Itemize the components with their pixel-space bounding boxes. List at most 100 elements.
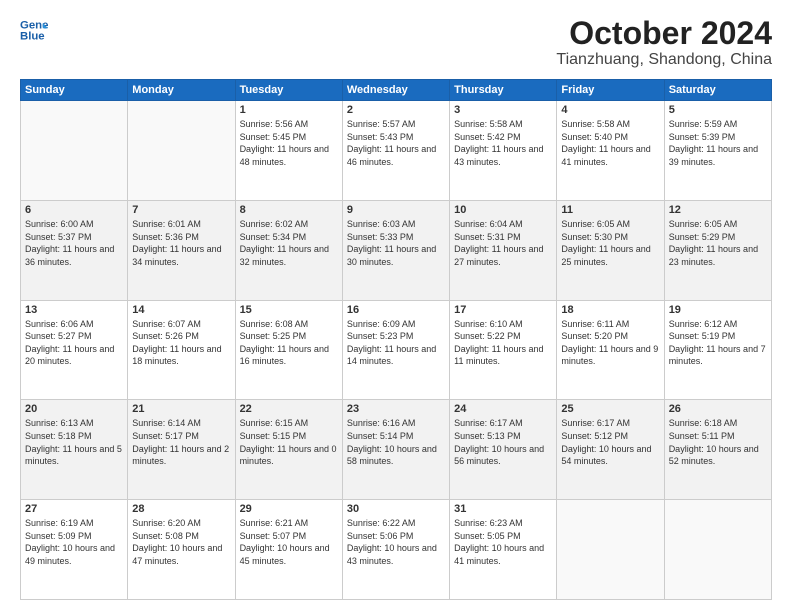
day-number: 14 — [132, 304, 230, 316]
table-row: 13 Sunrise: 6:06 AMSunset: 5:27 PMDayligh… — [21, 300, 128, 400]
table-row — [21, 101, 128, 201]
table-row — [557, 500, 664, 600]
day-info: Sunrise: 5:56 AMSunset: 5:45 PMDaylight:… — [240, 118, 338, 168]
table-row: 14 Sunrise: 6:07 AMSunset: 5:26 PMDayligh… — [128, 300, 235, 400]
table-row: 23 Sunrise: 6:16 AMSunset: 5:14 PMDayligh… — [342, 400, 449, 500]
day-info: Sunrise: 6:13 AMSunset: 5:18 PMDaylight:… — [25, 417, 123, 467]
day-number: 23 — [347, 403, 445, 415]
day-info: Sunrise: 6:17 AMSunset: 5:12 PMDaylight:… — [561, 417, 659, 467]
header: General Blue October 2024 Tianzhuang, Sh… — [20, 16, 772, 69]
calendar-week-row: 27Sunrise: 6:19 AMSunset: 5:09 PMDayligh… — [21, 500, 772, 600]
day-number: 12 — [669, 204, 767, 216]
table-row: 25 Sunrise: 6:17 AMSunset: 5:12 PMDayligh… — [557, 400, 664, 500]
day-info: Sunrise: 6:03 AMSunset: 5:33 PMDaylight:… — [347, 218, 445, 268]
calendar-header-row: Sunday Monday Tuesday Wednesday Thursday… — [21, 80, 772, 101]
table-row: 7 Sunrise: 6:01 AMSunset: 5:36 PMDaylight… — [128, 200, 235, 300]
day-number: 31 — [454, 503, 552, 515]
table-row: 1 Sunrise: 5:56 AMSunset: 5:45 PMDaylight… — [235, 101, 342, 201]
table-row: 20 Sunrise: 6:13 AMSunset: 5:18 PMDayligh… — [21, 400, 128, 500]
svg-text:Blue: Blue — [20, 31, 45, 43]
day-info: Sunrise: 6:10 AMSunset: 5:22 PMDaylight:… — [454, 318, 552, 368]
day-number: 6 — [25, 204, 123, 216]
day-info: Sunrise: 6:18 AMSunset: 5:11 PMDaylight:… — [669, 417, 767, 467]
table-row: 11 Sunrise: 6:05 AMSunset: 5:30 PMDayligh… — [557, 200, 664, 300]
col-header-thursday: Thursday — [450, 80, 557, 101]
main-title: October 2024 — [556, 16, 772, 51]
day-number: 29 — [240, 503, 338, 515]
day-number: 5 — [669, 104, 767, 116]
table-row: 22 Sunrise: 6:15 AMSunset: 5:15 PMDayligh… — [235, 400, 342, 500]
day-info: Sunrise: 6:17 AMSunset: 5:13 PMDaylight:… — [454, 417, 552, 467]
table-row: 28 Sunrise: 6:20 AMSunset: 5:08 PMDayligh… — [128, 500, 235, 600]
day-number: 15 — [240, 304, 338, 316]
day-info: Sunrise: 5:57 AMSunset: 5:43 PMDaylight:… — [347, 118, 445, 168]
day-info: Sunrise: 6:05 AMSunset: 5:29 PMDaylight:… — [669, 218, 767, 268]
day-info: Sunrise: 6:01 AMSunset: 5:36 PMDaylight:… — [132, 218, 230, 268]
day-info: Sunrise: 5:59 AMSunset: 5:39 PMDaylight:… — [669, 118, 767, 168]
day-number: 20 — [25, 403, 123, 415]
day-number: 13 — [25, 304, 123, 316]
col-header-sunday: Sunday — [21, 80, 128, 101]
day-info: Sunrise: 5:58 AMSunset: 5:42 PMDaylight:… — [454, 118, 552, 168]
day-info: Sunrise: 6:22 AMSunset: 5:06 PMDaylight:… — [347, 517, 445, 567]
day-number: 9 — [347, 204, 445, 216]
day-number: 30 — [347, 503, 445, 515]
table-row: 4Sunrise: 5:58 AMSunset: 5:40 PMDaylight… — [557, 101, 664, 201]
table-row: 18Sunrise: 6:11 AMSunset: 5:20 PMDayligh… — [557, 300, 664, 400]
day-info: Sunrise: 6:16 AMSunset: 5:14 PMDaylight:… — [347, 417, 445, 467]
day-info: Sunrise: 6:11 AMSunset: 5:20 PMDaylight:… — [561, 318, 659, 368]
table-row: 15 Sunrise: 6:08 AMSunset: 5:25 PMDayligh… — [235, 300, 342, 400]
day-number: 1 — [240, 104, 338, 116]
table-row: 27Sunrise: 6:19 AMSunset: 5:09 PMDayligh… — [21, 500, 128, 600]
day-number: 17 — [454, 304, 552, 316]
day-number: 25 — [561, 403, 659, 415]
col-header-tuesday: Tuesday — [235, 80, 342, 101]
day-info: Sunrise: 6:04 AMSunset: 5:31 PMDaylight:… — [454, 218, 552, 268]
day-info: Sunrise: 6:05 AMSunset: 5:30 PMDaylight:… — [561, 218, 659, 268]
table-row: 29 Sunrise: 6:21 AMSunset: 5:07 PMDayligh… — [235, 500, 342, 600]
calendar-week-row: 6 Sunrise: 6:00 AMSunset: 5:37 PMDaylight… — [21, 200, 772, 300]
day-number: 22 — [240, 403, 338, 415]
day-info: Sunrise: 6:14 AMSunset: 5:17 PMDaylight:… — [132, 417, 230, 467]
day-info: Sunrise: 6:07 AMSunset: 5:26 PMDaylight:… — [132, 318, 230, 368]
day-number: 8 — [240, 204, 338, 216]
page: General Blue October 2024 Tianzhuang, Sh… — [0, 0, 792, 612]
day-number: 19 — [669, 304, 767, 316]
day-number: 21 — [132, 403, 230, 415]
day-info: Sunrise: 6:15 AMSunset: 5:15 PMDaylight:… — [240, 417, 338, 467]
table-row: 12 Sunrise: 6:05 AMSunset: 5:29 PMDayligh… — [664, 200, 771, 300]
day-info: Sunrise: 6:19 AMSunset: 5:09 PMDaylight:… — [25, 517, 123, 567]
table-row: 21 Sunrise: 6:14 AMSunset: 5:17 PMDayligh… — [128, 400, 235, 500]
day-info: Sunrise: 6:12 AMSunset: 5:19 PMDaylight:… — [669, 318, 767, 368]
day-info: Sunrise: 6:20 AMSunset: 5:08 PMDaylight:… — [132, 517, 230, 567]
day-info: Sunrise: 6:21 AMSunset: 5:07 PMDaylight:… — [240, 517, 338, 567]
day-number: 24 — [454, 403, 552, 415]
table-row — [664, 500, 771, 600]
day-info: Sunrise: 6:06 AMSunset: 5:27 PMDaylight:… — [25, 318, 123, 368]
day-number: 11 — [561, 204, 659, 216]
day-info: Sunrise: 6:00 AMSunset: 5:37 PMDaylight:… — [25, 218, 123, 268]
title-block: October 2024 Tianzhuang, Shandong, China — [556, 16, 772, 69]
logo-icon: General Blue — [20, 16, 48, 44]
table-row: 19 Sunrise: 6:12 AMSunset: 5:19 PMDayligh… — [664, 300, 771, 400]
day-info: Sunrise: 6:02 AMSunset: 5:34 PMDaylight:… — [240, 218, 338, 268]
table-row: 24 Sunrise: 6:17 AMSunset: 5:13 PMDayligh… — [450, 400, 557, 500]
day-number: 16 — [347, 304, 445, 316]
table-row: 10Sunrise: 6:04 AMSunset: 5:31 PMDayligh… — [450, 200, 557, 300]
day-number: 7 — [132, 204, 230, 216]
calendar-week-row: 1 Sunrise: 5:56 AMSunset: 5:45 PMDaylight… — [21, 101, 772, 201]
table-row: 30 Sunrise: 6:22 AMSunset: 5:06 PMDayligh… — [342, 500, 449, 600]
day-number: 4 — [561, 104, 659, 116]
table-row: 16Sunrise: 6:09 AMSunset: 5:23 PMDayligh… — [342, 300, 449, 400]
day-number: 28 — [132, 503, 230, 515]
table-row: 17 Sunrise: 6:10 AMSunset: 5:22 PMDayligh… — [450, 300, 557, 400]
table-row: 5 Sunrise: 5:59 AMSunset: 5:39 PMDaylight… — [664, 101, 771, 201]
table-row: 8 Sunrise: 6:02 AMSunset: 5:34 PMDaylight… — [235, 200, 342, 300]
table-row: 9 Sunrise: 6:03 AMSunset: 5:33 PMDaylight… — [342, 200, 449, 300]
table-row — [128, 101, 235, 201]
calendar-week-row: 20 Sunrise: 6:13 AMSunset: 5:18 PMDayligh… — [21, 400, 772, 500]
day-info: Sunrise: 6:08 AMSunset: 5:25 PMDaylight:… — [240, 318, 338, 368]
subtitle: Tianzhuang, Shandong, China — [556, 51, 772, 69]
table-row: 6 Sunrise: 6:00 AMSunset: 5:37 PMDaylight… — [21, 200, 128, 300]
table-row: 2Sunrise: 5:57 AMSunset: 5:43 PMDaylight… — [342, 101, 449, 201]
